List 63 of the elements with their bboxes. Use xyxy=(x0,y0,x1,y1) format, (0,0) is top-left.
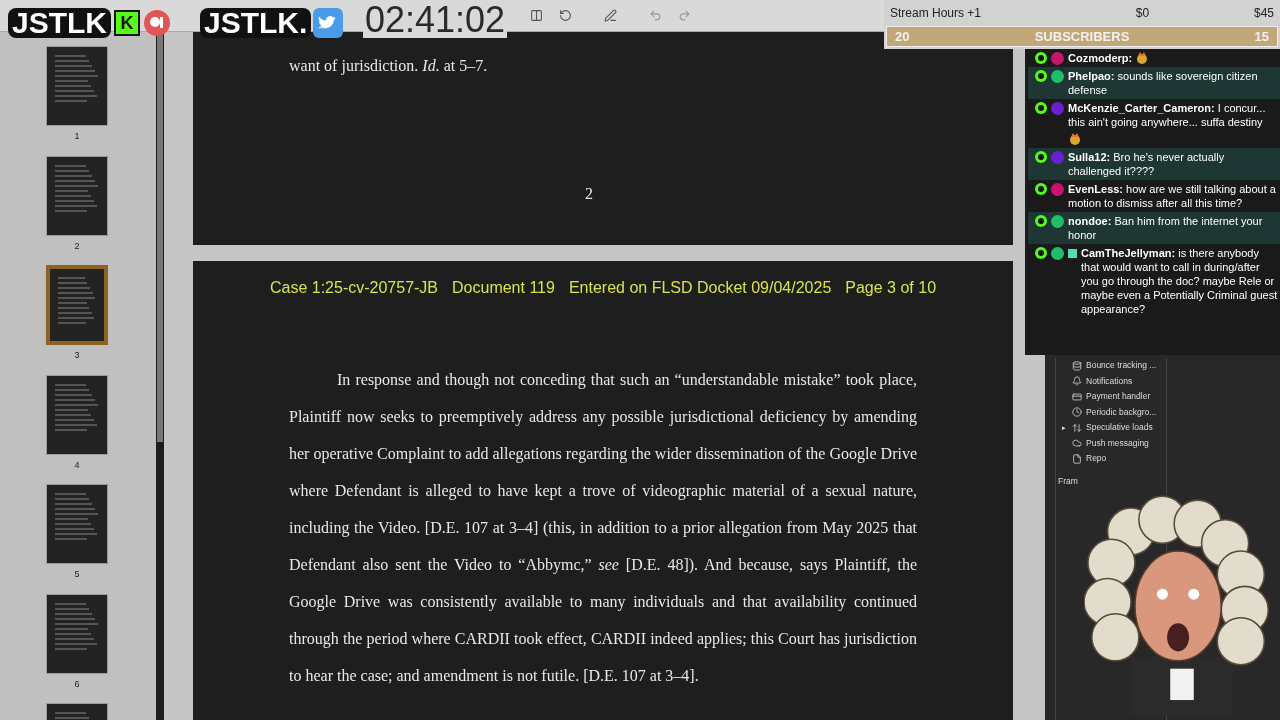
scrollbar[interactable] xyxy=(156,32,164,720)
devtools-item-icon xyxy=(1072,407,1082,418)
devtools-item[interactable]: Repo xyxy=(1062,451,1166,467)
chat-message: Cozmoderp: xyxy=(1068,51,1133,65)
chat-message: CamTheJellyman: is there anybody that would want to call in during/after you go through the doc? maybe Rele or maybe even a Potentially Criminal guest appearance? xyxy=(1081,246,1278,316)
devtools-item[interactable]: Push messaging xyxy=(1062,435,1166,451)
chat-message: Phelpao: sounds like sovereign citizen defense xyxy=(1068,69,1259,97)
goal-count: 15 xyxy=(1254,27,1269,46)
body-text: In response and though not conceding that such an “understandable mistake” took place, Plaintiff now seeks to preemptively address any possible jurisdictional deficiency by amending her operative Complaint to add allegations regarding the wider dissemination of the Google Drive where Defendant is alleged to have kept a trove of videographic material of a sexual nature, including the Video. [D.E. 107 at 3–4] (this, in addition to a prior allegation from May 2025 that Defendant also sent the Video to “Abbymc,” see [D.E. 48]). And because, says Plaintiff, the Google Drive was consistently available to many individuals and that availability continued through the period where CARDII took effect, CARDII indeed applies; this Court has jurisdiction to hear the case; and amendment is not futile. [D.E. 107 at 3–4]. xyxy=(289,370,917,686)
page-number: 2 xyxy=(74,239,80,253)
page-number: 4 xyxy=(74,458,80,472)
chat-message: McKenzie_Carter_Cameron: I concur... this ain't going anywhere... suffa destiny xyxy=(1068,101,1267,129)
page-number: 2 xyxy=(585,184,593,204)
page-number: 6 xyxy=(74,677,80,691)
kick-badge-icon xyxy=(1035,102,1047,114)
devtools-item[interactable]: Payment handler xyxy=(1062,389,1166,405)
page-thumbnail[interactable] xyxy=(46,374,108,455)
devtools-item[interactable]: Notifications xyxy=(1062,373,1166,389)
page-thumbnail[interactable] xyxy=(46,46,108,126)
scrollbar-thumb[interactable] xyxy=(157,32,163,442)
chat-message: nondoe: Ban him from the internet your honor xyxy=(1068,214,1264,242)
kick-badge-icon xyxy=(1035,215,1047,227)
chat-message: Sulla12: Bro he's never actually challenged it???? xyxy=(1068,150,1226,178)
kick-badge-icon xyxy=(1035,52,1047,64)
goal-end: $45 xyxy=(1253,5,1274,22)
docket-header: Entered on FLSD Docket 09/04/2025 xyxy=(568,278,832,298)
devtools-item[interactable]: Periodic backgro... xyxy=(1062,404,1166,420)
devtools-item-icon xyxy=(1072,391,1082,402)
rotate-icon[interactable] xyxy=(559,9,572,22)
kick-badge-icon xyxy=(1035,70,1047,82)
page-thumbnail[interactable] xyxy=(46,484,108,564)
section-heading: Fram xyxy=(1058,474,1078,488)
page-number: 5 xyxy=(74,568,80,581)
chat-message: EvenLess: how are we still talking about a motion to dismiss after all this time? xyxy=(1068,182,1277,210)
kick-badge-icon xyxy=(1035,183,1047,195)
page-thumbnail[interactable] xyxy=(46,593,108,674)
goal-title: Stream Hours +1 xyxy=(890,5,982,22)
devtools-item-icon xyxy=(1072,360,1082,371)
logo-text: JSTLK xyxy=(8,8,111,38)
devtools-item-icon xyxy=(1072,422,1082,433)
devtools-item-icon xyxy=(1072,453,1082,464)
devtools-item-icon xyxy=(1072,438,1082,449)
record-icon xyxy=(143,9,171,37)
goal-label: SUBSCRIBERS xyxy=(1034,27,1130,46)
devtools-item[interactable]: Bounce tracking ... xyxy=(1062,358,1166,374)
bird-icon xyxy=(313,8,344,38)
docket-header: Case 1:25-cv-20757-JB xyxy=(269,278,439,298)
logo-text: JSTLK. xyxy=(200,8,312,38)
body-text: want of jurisdiction. Id. at 5–7. xyxy=(289,56,489,77)
devtools-item-icon xyxy=(1072,376,1082,387)
page-number: 1 xyxy=(74,130,80,143)
goal-count: 20 xyxy=(895,27,910,46)
goal-start: $0 xyxy=(1134,5,1150,22)
page-thumbnail[interactable] xyxy=(46,155,108,236)
docket-header: Document 119 xyxy=(452,278,555,298)
draw-icon[interactable] xyxy=(604,9,617,22)
page-view-icon[interactable] xyxy=(530,9,543,22)
page-number: 3 xyxy=(74,349,80,362)
kick-badge-icon xyxy=(1035,151,1047,163)
page-thumbnail[interactable] xyxy=(46,265,108,345)
docket-header: Page 3 of 10 xyxy=(845,278,937,298)
kick-badge-icon xyxy=(1035,247,1047,259)
kick-logo: K xyxy=(114,10,140,36)
